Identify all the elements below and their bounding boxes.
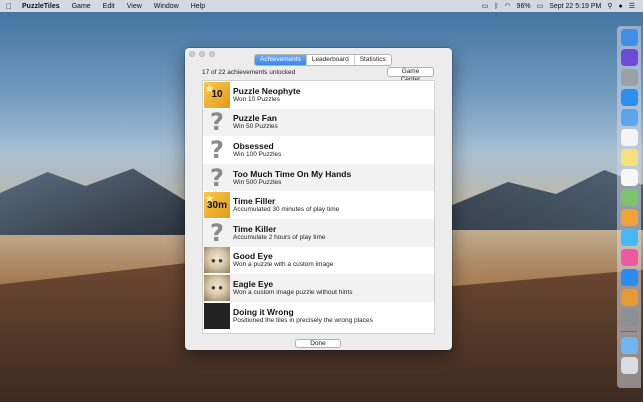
- user-icon[interactable]: ●: [618, 3, 622, 10]
- trash-icon[interactable]: [620, 357, 638, 374]
- locked-question-icon: ?: [210, 163, 224, 192]
- game-center-button[interactable]: Game Center: [387, 67, 434, 83]
- done-button[interactable]: Done: [295, 339, 341, 348]
- menu-game[interactable]: Game: [66, 3, 97, 10]
- achievement-title: Obsessed: [233, 140, 274, 151]
- tab-leaderboard[interactable]: Leaderboard: [307, 55, 355, 65]
- status-area: ▭ ᛒ ◠ 96% ▭ Sept 22 5:19 PM ⚲ ● ☰: [482, 2, 643, 11]
- star-icon: ★: [205, 194, 214, 206]
- app-store-icon[interactable]: [620, 269, 638, 286]
- menu-help[interactable]: Help: [185, 3, 211, 10]
- notes-icon[interactable]: [620, 149, 638, 166]
- achievement-text: Doing it Wrong Positioned the tiles in pr…: [233, 307, 373, 325]
- bluetooth-icon[interactable]: ᛒ: [494, 3, 498, 10]
- achievement-title: Good Eye: [233, 251, 273, 262]
- tab-achievements[interactable]: Achievements: [255, 55, 307, 65]
- achievement-description: Win 100 Puzzles: [233, 150, 282, 158]
- spotlight-icon[interactable]: ⚲: [607, 2, 612, 10]
- achievement-title: Puzzle Neophyte: [233, 85, 301, 96]
- achievement-description: Won a puzzle with a custom image: [233, 261, 334, 269]
- siri-icon[interactable]: [620, 49, 638, 66]
- battery-percent[interactable]: 96%: [517, 3, 531, 10]
- display-icon[interactable]: ▭: [482, 2, 489, 10]
- achievement-row[interactable]: ★ 30m Time Filler Accumulated 30 minutes of…: [203, 191, 434, 219]
- dog-photo-icon: ● ●: [204, 247, 230, 274]
- achievement-title: Doing it Wrong: [233, 306, 294, 317]
- achievement-description: Positioned the tiles in precisely the wr…: [233, 316, 373, 324]
- achievements-list[interactable]: ★ 10 Puzzle Neophyte Won 10 Puzzles? Puzzle …: [202, 80, 435, 334]
- system-preferences-icon[interactable]: [620, 309, 638, 326]
- achievement-title: Time Filler: [233, 196, 276, 207]
- messages-icon[interactable]: [620, 229, 638, 246]
- menu-window[interactable]: Window: [148, 3, 185, 10]
- achievement-text: Eagle Eye Won a custom image puzzle witho…: [233, 279, 352, 297]
- achievements-window: Achievements Leaderboard Statistics 17 o…: [185, 48, 452, 350]
- photos-icon[interactable]: [620, 209, 638, 226]
- mail-icon[interactable]: [620, 109, 638, 126]
- achievement-description: Won 10 Puzzles: [233, 95, 280, 103]
- achievement-description: Win 500 Puzzles: [233, 178, 282, 186]
- achievement-description: Accumulated 30 minutes of play time: [233, 206, 340, 214]
- reminders-icon[interactable]: [620, 169, 638, 186]
- locked-question-icon: ?: [210, 135, 224, 164]
- tile-grid-icon: [204, 302, 230, 329]
- itunes-icon[interactable]: [620, 249, 638, 266]
- zoom-window-button[interactable]: [209, 51, 215, 57]
- safari-icon[interactable]: [620, 89, 638, 106]
- calendar-icon[interactable]: [620, 129, 638, 146]
- tab-statistics[interactable]: Statistics: [355, 55, 391, 65]
- notification-center-icon[interactable]: ☰: [629, 2, 635, 10]
- achievement-row[interactable]: Doing it Wrong Positioned the tiles in pr…: [203, 302, 434, 330]
- dock: [617, 26, 641, 388]
- maps-icon[interactable]: [620, 189, 638, 206]
- wifi-icon[interactable]: ◠: [504, 2, 510, 10]
- menu-view[interactable]: View: [121, 3, 148, 10]
- achievement-description: Won a custom image puzzle without hints: [233, 288, 353, 296]
- locked-question-icon: ?: [210, 108, 224, 137]
- achievement-title: Time Killer: [233, 223, 277, 234]
- achievement-text: Time Filler Accumulated 30 minutes of pla…: [233, 196, 339, 214]
- achievement-text: Time Killer Accumulate 2 hours of play ti…: [233, 224, 326, 242]
- puzzletiles-icon[interactable]: [620, 289, 638, 306]
- achievement-description: Win 50 Puzzles: [233, 123, 278, 131]
- achievement-row[interactable]: ? Too Much Time On My Hands Win 500 Puzzle…: [203, 164, 434, 192]
- minimize-window-button[interactable]: [199, 51, 205, 57]
- achievement-title: Puzzle Fan: [233, 113, 277, 124]
- achievement-description: Accumulate 2 hours of play time: [233, 233, 326, 241]
- achievement-text: Puzzle Neophyte Won 10 Puzzles: [233, 86, 301, 104]
- dog-face-icon: ● ●: [211, 283, 223, 293]
- launchpad-icon[interactable]: [620, 69, 638, 86]
- achievement-row[interactable]: ? Obsessed Win 100 Puzzles: [203, 136, 434, 164]
- dog-photo-icon: ● ●: [204, 274, 230, 301]
- achievement-row[interactable]: ● ● Eagle Eye Won a custom image puzzle wi…: [203, 274, 434, 302]
- achievement-row[interactable]: ? Time Killer Accumulate 2 hours of play t…: [203, 219, 434, 247]
- achievement-text: Obsessed Win 100 Puzzles: [233, 141, 281, 159]
- downloads-folder-icon[interactable]: [620, 337, 638, 354]
- tab-bar: Achievements Leaderboard Statistics: [254, 54, 392, 66]
- achievement-title: Eagle Eye: [233, 278, 274, 289]
- close-window-button[interactable]: [189, 51, 195, 57]
- menu-app-name[interactable]: PuzzleTiles: [18, 3, 66, 10]
- menu-edit[interactable]: Edit: [97, 3, 121, 10]
- achievement-text: Too Much Time On My Hands Win 500 Puzzles: [233, 169, 351, 187]
- dock-separator: [621, 331, 637, 332]
- star-icon: ★: [205, 83, 214, 95]
- apple-menu-icon[interactable]: : [0, 2, 18, 11]
- dog-face-icon: ● ●: [211, 255, 223, 265]
- achievement-row[interactable]: ★ 10 Puzzle Neophyte Won 10 Puzzles: [203, 81, 434, 109]
- achievement-badge-icon: ★ 30m: [204, 192, 230, 219]
- achievement-row[interactable]: ? Puzzle Fan Win 50 Puzzles: [203, 108, 434, 137]
- menu-bar:  PuzzleTiles Game Edit View Window Help…: [0, 0, 643, 12]
- window-controls: [189, 51, 215, 57]
- achievement-badge-icon: ★ 10: [204, 81, 230, 108]
- finder-icon[interactable]: [620, 29, 638, 46]
- achievement-row[interactable]: ● ● Good Eye Won a puzzle with a custom im…: [203, 247, 434, 275]
- battery-icon[interactable]: ▭: [537, 2, 544, 10]
- clock[interactable]: Sept 22 5:19 PM: [549, 3, 601, 10]
- achievements-summary: 17 of 22 achievements unlocked: [202, 69, 296, 76]
- achievement-text: Puzzle Fan Win 50 Puzzles: [233, 113, 278, 131]
- locked-question-icon: ?: [210, 218, 224, 247]
- achievement-text: Good Eye Won a puzzle with a custom image: [233, 251, 333, 269]
- achievement-title: Too Much Time On My Hands: [233, 168, 352, 179]
